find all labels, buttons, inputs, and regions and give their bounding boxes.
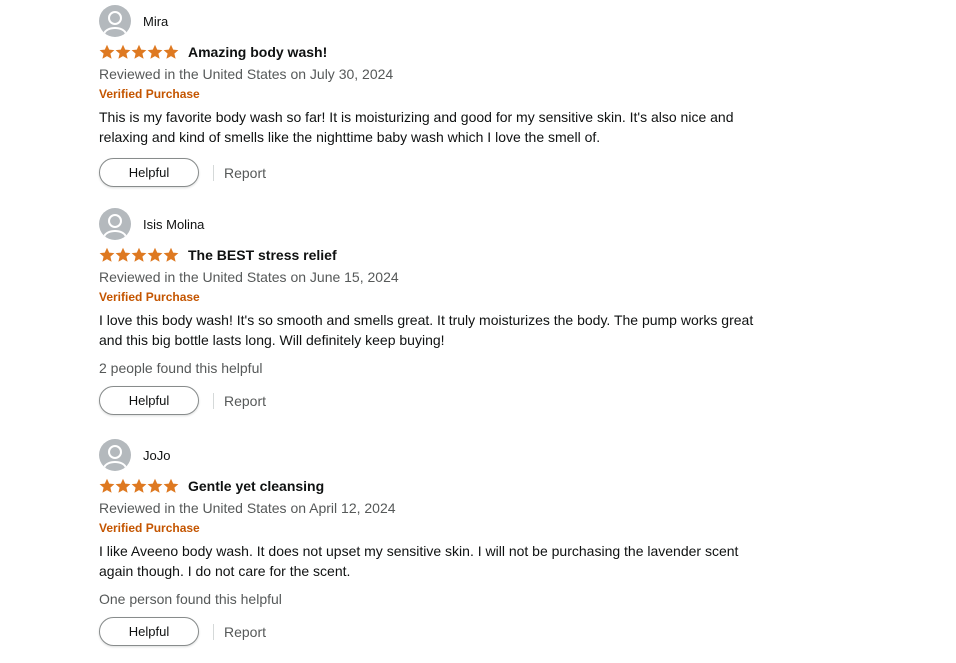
star-icon [163, 247, 179, 262]
helpful-count: One person found this helpful [99, 591, 282, 607]
star-rating[interactable] [99, 44, 179, 60]
review-body: This is my favorite body wash so far! It… [99, 107, 799, 147]
avatar-icon [99, 5, 131, 37]
reviewer-name[interactable]: JoJo [143, 448, 170, 463]
divider [213, 623, 214, 640]
review-body: I love this body wash! It's so smooth an… [99, 310, 799, 350]
review-body-line: and this big bottle lasts long. Will def… [99, 332, 445, 348]
report-link[interactable]: Report [224, 165, 266, 181]
review-body-line: I love this body wash! It's so smooth an… [99, 312, 754, 328]
star-icon [99, 478, 115, 493]
reviewer-profile[interactable]: JoJo [99, 439, 799, 471]
helpful-button[interactable]: Helpful [99, 386, 199, 415]
reviewer-profile[interactable]: Isis Molina [99, 208, 799, 240]
review-date: Reviewed in the United States on June 15… [99, 269, 399, 285]
review-body-line: again though. I do not care for the scen… [99, 563, 351, 579]
avatar-icon [99, 439, 131, 471]
divider [213, 392, 214, 409]
star-rating[interactable] [99, 478, 179, 494]
divider [213, 164, 214, 181]
star-icon [99, 44, 115, 59]
avatar-icon [99, 208, 131, 240]
star-icon [131, 44, 147, 59]
helpful-button[interactable]: Helpful [99, 158, 199, 187]
review-title[interactable]: The BEST stress relief [188, 247, 337, 263]
star-icon [147, 44, 163, 59]
verified-purchase-badge[interactable]: Verified Purchase [99, 520, 799, 536]
verified-purchase-badge[interactable]: Verified Purchase [99, 86, 799, 102]
review-body: I like Aveeno body wash. It does not ups… [99, 541, 799, 581]
verified-purchase-badge[interactable]: Verified Purchase [99, 289, 799, 305]
review-item: Mira Amazing body wash! Reviewed in the … [99, 5, 799, 187]
star-icon [131, 247, 147, 262]
star-icon [147, 247, 163, 262]
review-body-line: I like Aveeno body wash. It does not ups… [99, 543, 739, 559]
star-rating[interactable] [99, 247, 179, 263]
star-icon [115, 44, 131, 59]
review-body-line: This is my favorite body wash so far! It… [99, 109, 734, 125]
report-link[interactable]: Report [224, 624, 266, 640]
star-icon [147, 478, 163, 493]
helpful-count: 2 people found this helpful [99, 360, 263, 376]
review-date: Reviewed in the United States on April 1… [99, 500, 396, 516]
star-icon [115, 247, 131, 262]
report-link[interactable]: Report [224, 393, 266, 409]
star-icon [99, 247, 115, 262]
reviewer-profile[interactable]: Mira [99, 5, 799, 37]
review-title[interactable]: Amazing body wash! [188, 44, 327, 60]
review-body-line: relaxing and kind of smells like the nig… [99, 129, 601, 145]
review-date: Reviewed in the United States on July 30… [99, 66, 394, 82]
review-item: JoJo Gentle yet cleansing Reviewed in th… [99, 439, 799, 646]
star-icon [163, 44, 179, 59]
review-title[interactable]: Gentle yet cleansing [188, 478, 324, 494]
reviewer-name[interactable]: Mira [143, 14, 168, 29]
helpful-button[interactable]: Helpful [99, 617, 199, 646]
star-icon [115, 478, 131, 493]
star-icon [131, 478, 147, 493]
review-item: Isis Molina The BEST stress relief Revie… [99, 208, 799, 415]
star-icon [163, 478, 179, 493]
reviewer-name[interactable]: Isis Molina [143, 217, 204, 232]
